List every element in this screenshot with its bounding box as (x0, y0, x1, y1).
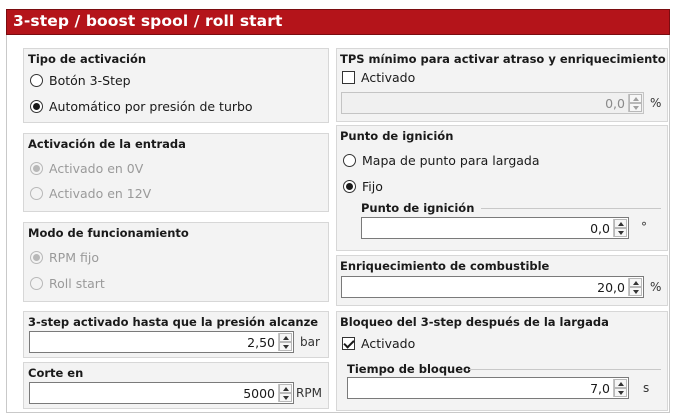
pressure-limit-group: 3-step activado hasta que la presión alc… (23, 311, 329, 358)
group-title: Tipo de activación (28, 52, 147, 66)
spin-down-icon[interactable] (279, 393, 292, 402)
min-tps-group: TPS mínimo para activar atraso y enrique… (336, 48, 668, 122)
input-activation-group: Activación de la entrada Activado en 0V … (23, 133, 329, 212)
min-tps-input[interactable]: 0,0 (341, 92, 644, 114)
group-title: Corte en (28, 366, 84, 380)
spinner[interactable] (613, 379, 627, 397)
spin-up-icon[interactable] (279, 384, 292, 393)
spin-up-icon[interactable] (279, 333, 292, 342)
window-title-bar: 3-step / boost spool / roll start (6, 9, 670, 35)
radio-icon (30, 187, 43, 200)
spin-down-icon[interactable] (614, 388, 627, 397)
divider (481, 208, 661, 209)
fuel-enrichment-input[interactable]: 20,0 (341, 276, 644, 298)
lockout-group: Bloqueo del 3-step después de la largada… (336, 311, 668, 411)
radio-launch-ignition-map[interactable]: Mapa de punto para largada (343, 153, 540, 168)
option-label: Fijo (362, 179, 383, 194)
lockout-time-label: Tiempo de bloqueo (347, 362, 471, 376)
radio-automatic-turbo-pressure[interactable]: Automático por presión de turbo (30, 99, 253, 114)
cut-rpm-input[interactable]: 5000 (29, 382, 294, 404)
option-label: Activado en 0V (49, 161, 144, 176)
radio-selected-icon (343, 180, 356, 193)
cut-group: Corte en 5000 RPM (23, 362, 329, 409)
unit-label: ° (641, 220, 647, 234)
radio-icon (343, 154, 356, 167)
spinner[interactable] (278, 333, 292, 351)
option-label: Botón 3-Step (49, 73, 131, 88)
option-label: Activado (361, 336, 416, 351)
ignition-point-group: Punto de ignición Mapa de punto para lar… (336, 125, 668, 251)
group-title: Enriquecimiento de combustible (340, 259, 550, 273)
checkbox-lockout-enabled[interactable]: Activado (342, 336, 415, 351)
radio-fixed-rpm[interactable]: RPM fijo (30, 250, 99, 265)
option-label: Mapa de punto para largada (362, 153, 540, 168)
spin-down-icon[interactable] (614, 228, 627, 237)
radio-active-0v[interactable]: Activado en 0V (30, 161, 143, 176)
radio-roll-start[interactable]: Roll start (30, 276, 105, 291)
checkbox-icon (342, 71, 355, 84)
spin-up-icon[interactable] (629, 278, 642, 287)
radio-selected-icon (30, 251, 43, 264)
option-label: Activado (361, 70, 416, 85)
radio-selected-icon (30, 100, 43, 113)
spin-down-icon[interactable] (629, 287, 642, 296)
radio-icon (30, 74, 43, 87)
field-value: 20,0 (597, 280, 625, 295)
checkbox-tps-enabled[interactable]: Activado (342, 70, 415, 85)
spin-down-icon[interactable] (279, 342, 292, 351)
spin-down-icon[interactable] (629, 103, 642, 112)
option-label: Activado en 12V (49, 186, 152, 201)
operating-mode-group: Modo de funcionamiento RPM fijo Roll sta… (23, 222, 329, 302)
unit-label: s (643, 381, 650, 395)
radio-button-3step[interactable]: Botón 3-Step (30, 73, 131, 88)
group-title: Modo de funcionamiento (28, 226, 189, 240)
group-title: TPS mínimo para activar atraso y enrique… (340, 52, 666, 66)
group-title: 3-step activado hasta que la presión alc… (28, 315, 319, 329)
group-title: Bloqueo del 3-step después de la largada (340, 315, 609, 329)
unit-label: RPM (296, 386, 322, 400)
spinner[interactable] (628, 94, 642, 112)
spin-up-icon[interactable] (614, 219, 627, 228)
group-title: Punto de ignición (340, 129, 454, 143)
lockout-time-input[interactable]: 7,0 (347, 377, 629, 399)
ignition-point-input[interactable]: 0,0 (361, 217, 629, 239)
activation-type-group: Tipo de activación Botón 3-Step Automáti… (23, 48, 329, 123)
field-value: 0,0 (605, 96, 625, 111)
unit-label: bar (300, 335, 320, 349)
field-value: 5000 (243, 386, 275, 401)
spinner[interactable] (613, 219, 627, 237)
radio-fixed[interactable]: Fijo (343, 179, 383, 194)
option-label: Automático por presión de turbo (49, 99, 253, 114)
option-label: RPM fijo (49, 250, 99, 265)
radio-icon (30, 277, 43, 290)
field-value: 2,50 (247, 335, 275, 350)
unit-label: % (650, 280, 662, 294)
fuel-enrichment-group: Enriquecimiento de combustible 20,0 % (336, 255, 668, 306)
radio-selected-icon (30, 162, 43, 175)
spinner[interactable] (278, 384, 292, 402)
spinner[interactable] (628, 278, 642, 296)
group-title: Activación de la entrada (28, 137, 186, 151)
pressure-limit-input[interactable]: 2,50 (29, 331, 294, 353)
option-label: Roll start (49, 276, 105, 291)
checkbox-checked-icon (342, 337, 355, 350)
spin-up-icon[interactable] (629, 94, 642, 103)
spin-up-icon[interactable] (614, 379, 627, 388)
divider (469, 369, 661, 370)
field-value: 7,0 (590, 381, 610, 396)
unit-label: % (650, 96, 662, 110)
field-value: 0,0 (590, 221, 610, 236)
ignition-point-label: Punto de ignición (361, 201, 475, 215)
radio-active-12v[interactable]: Activado en 12V (30, 186, 151, 201)
window-title: 3-step / boost spool / roll start (13, 12, 283, 30)
